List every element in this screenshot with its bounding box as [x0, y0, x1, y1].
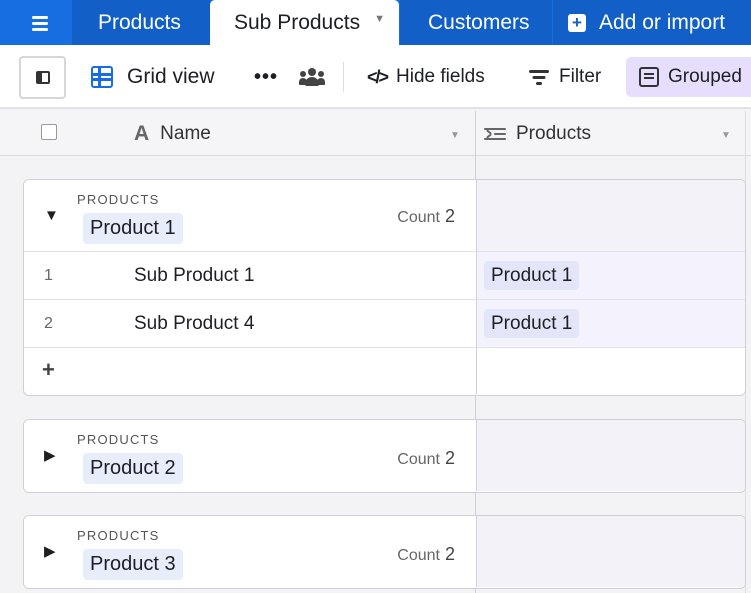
group-header-summary-cell — [476, 420, 745, 491]
record-group: ▶ PRODUCTS Product 3 Count 2 — [23, 515, 746, 589]
group-value-chip: Product 1 — [83, 213, 183, 244]
count-value: 2 — [444, 206, 455, 226]
filter-icon — [528, 68, 550, 86]
name-cell[interactable]: Sub Product 4 — [134, 313, 254, 335]
count-label: Count — [397, 451, 440, 468]
hide-fields-label: Hide fields — [396, 66, 485, 87]
sidebar-panel-icon — [36, 71, 50, 84]
people-icon — [299, 67, 325, 87]
products-cell[interactable]: Product 1 — [476, 252, 745, 299]
column-header-row: A Name ▼ Products ▼ — [0, 111, 751, 156]
group-field-label: PRODUCTS — [77, 192, 160, 207]
linked-record-icon — [484, 126, 506, 142]
hamburger-menu-icon[interactable] — [30, 14, 50, 32]
filter-label: Filter — [559, 66, 602, 87]
add-or-import-button[interactable]: + Add or import — [553, 0, 751, 45]
collaborators-button[interactable] — [299, 45, 325, 109]
add-or-import-label: Add or import — [599, 10, 726, 34]
grouped-label: Grouped — [668, 66, 742, 87]
group-header-summary-cell — [476, 180, 745, 251]
chevron-down-icon[interactable]: ▼ — [374, 13, 385, 25]
tab-label: Sub Products — [234, 10, 361, 34]
view-name: Grid view — [127, 65, 215, 88]
group-value-chip: Product 2 — [83, 453, 183, 484]
sidebar-toggle-button[interactable] — [19, 56, 66, 99]
table-row[interactable]: 1 Sub Product 1 Product 1 — [24, 251, 745, 299]
add-record-plus-icon[interactable]: + — [42, 357, 55, 383]
tab-customers[interactable]: Customers — [400, 0, 552, 45]
view-toolbar: Grid view ••• </> Hide fields Filter Gro… — [0, 45, 751, 109]
count-value: 2 — [444, 544, 455, 564]
expand-triangle-icon[interactable]: ▶ — [44, 542, 56, 560]
group-count: Count 2 — [397, 448, 455, 469]
filter-button[interactable]: Filter — [528, 45, 601, 109]
column-header-products[interactable]: Products — [484, 111, 591, 156]
group-count: Count 2 — [397, 544, 455, 565]
products-cell[interactable]: Product 1 — [476, 300, 745, 347]
row-number: 2 — [44, 315, 53, 332]
chevron-down-icon[interactable]: ▼ — [721, 130, 731, 141]
name-cell[interactable]: Sub Product 1 — [134, 265, 254, 287]
count-value: 2 — [444, 448, 455, 468]
hide-fields-button[interactable]: </> Hide fields — [367, 45, 485, 109]
toolbar-divider — [343, 62, 344, 92]
record-group: ▼ PRODUCTS Product 1 Count 2 1 Sub Produc… — [23, 179, 746, 396]
record-group: ▶ PRODUCTS Product 2 Count 2 — [23, 419, 746, 493]
collapse-triangle-icon[interactable]: ▼ — [44, 207, 59, 224]
group-count: Count 2 — [397, 206, 455, 227]
tab-sub-products[interactable]: Sub Products ▼ — [210, 0, 399, 45]
group-header[interactable]: ▶ PRODUCTS Product 3 Count 2 — [24, 516, 745, 587]
view-switcher-button[interactable]: Grid view — [91, 45, 215, 109]
eye-slash-icon: </> — [367, 66, 389, 87]
ellipsis-icon[interactable]: ••• — [254, 45, 278, 109]
column-label: Name — [160, 122, 211, 144]
group-value-chip: Product 3 — [83, 549, 183, 580]
add-row[interactable]: + — [24, 347, 745, 394]
group-field-label: PRODUCTS — [77, 528, 160, 543]
row-number: 1 — [44, 267, 53, 284]
add-row-empty-cell — [476, 348, 745, 394]
group-header[interactable]: ▼ PRODUCTS Product 1 Count 2 — [24, 180, 745, 251]
column-label: Products — [516, 122, 591, 144]
select-all-checkbox[interactable] — [41, 124, 57, 140]
group-header-summary-cell — [476, 516, 745, 587]
group-button[interactable]: Grouped — [626, 57, 751, 97]
table-tab-bar: Products Sub Products ▼ Customers + Add … — [0, 0, 751, 45]
tab-label: Customers — [428, 10, 530, 34]
expand-triangle-icon[interactable]: ▶ — [44, 446, 56, 464]
group-icon — [639, 67, 659, 87]
count-label: Count — [397, 209, 440, 226]
group-header[interactable]: ▶ PRODUCTS Product 2 Count 2 — [24, 420, 745, 491]
tab-label: Products — [98, 10, 181, 34]
group-field-label: PRODUCTS — [77, 432, 160, 447]
count-label: Count — [397, 547, 440, 564]
grid-view-icon — [91, 66, 113, 88]
column-header-name[interactable]: A Name — [134, 111, 211, 156]
text-field-icon: A — [134, 121, 150, 145]
plus-icon: + — [568, 13, 586, 32]
table-row[interactable]: 2 Sub Product 4 Product 1 — [24, 299, 745, 347]
chevron-down-icon[interactable]: ▼ — [450, 130, 460, 141]
linked-record-chip[interactable]: Product 1 — [484, 309, 580, 338]
tab-products[interactable]: Products — [72, 0, 210, 45]
linked-record-chip[interactable]: Product 1 — [484, 261, 580, 290]
